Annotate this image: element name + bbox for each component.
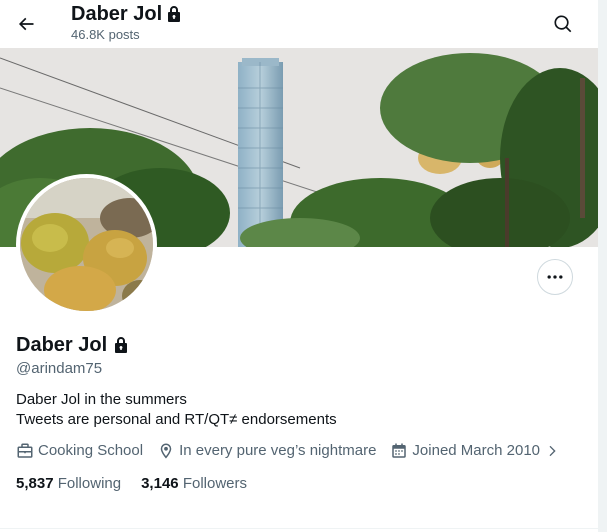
calendar-icon	[392, 443, 407, 458]
header-post-count: 46.8K posts	[71, 27, 140, 42]
profile-meta: Cooking School In every pure veg’s night…	[16, 441, 560, 461]
following-link[interactable]: 5,837 Following	[16, 474, 121, 494]
top-bar: Daber Jol 46.8K posts	[0, 0, 598, 48]
profile-category: Cooking School	[16, 441, 143, 461]
lock-icon	[115, 337, 128, 353]
category-label: Cooking School	[38, 442, 144, 459]
followers-label: Followers	[182, 475, 247, 492]
followers-count: 3,146	[141, 475, 179, 492]
profile-avatar[interactable]	[16, 174, 157, 315]
header-titles: Daber Jol 46.8K posts	[71, 2, 182, 43]
following-label: Following	[57, 475, 122, 492]
profile-location: In every pure veg’s nightmare	[157, 441, 376, 461]
back-button[interactable]	[8, 6, 44, 42]
search-button[interactable]	[545, 6, 581, 42]
following-count: 5,837	[16, 475, 54, 492]
profile-name-row: Daber Jol	[16, 333, 129, 357]
more-horizontal-icon	[547, 275, 563, 279]
divider	[0, 528, 598, 529]
profile-bio: Daber Jol in the summers Tweets are pers…	[16, 390, 337, 430]
header-title-row: Daber Jol	[71, 2, 182, 26]
chevron-right-icon	[549, 445, 556, 457]
bio-line: Daber Jol in the summers	[16, 391, 187, 408]
search-icon	[554, 15, 572, 33]
profile-name: Daber Jol	[16, 334, 108, 356]
header-title: Daber Jol	[71, 3, 163, 25]
briefcase-icon	[17, 443, 33, 458]
profile-handle: @arindam75	[16, 360, 103, 377]
map-pin-icon	[160, 443, 172, 459]
more-options-button[interactable]	[537, 259, 573, 295]
profile-joined[interactable]: Joined March 2010	[390, 441, 560, 461]
profile-stats: 5,837 Following 3,146 Followers	[16, 474, 267, 494]
followers-link[interactable]: 3,146 Followers	[141, 474, 247, 494]
lock-icon	[168, 6, 181, 22]
scrollbar-track[interactable]	[598, 0, 607, 532]
avatar-photo	[20, 178, 153, 311]
location-label: In every pure veg’s nightmare	[179, 442, 377, 459]
arrow-left-icon	[18, 17, 34, 31]
bio-line: Tweets are personal and RT/QT≠ endorseme…	[16, 411, 337, 428]
joined-label: Joined March 2010	[412, 442, 541, 459]
